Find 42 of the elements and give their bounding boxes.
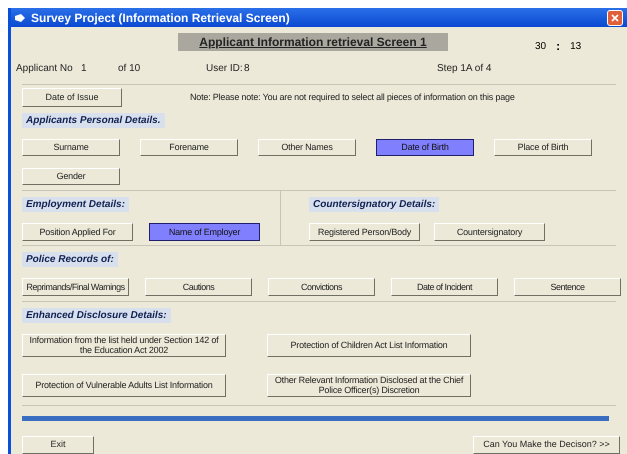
- field-value: of 10: [118, 62, 142, 76]
- option-button[interactable]: Information from the list held under Section 142 of the Education Act 2002: [22, 334, 226, 357]
- section-label: Applicants Personal Details.: [22, 112, 164, 128]
- option-button[interactable]: Cautions: [145, 278, 252, 296]
- time-text: 13: [570, 40, 582, 54]
- option-button[interactable]: Convictions: [268, 278, 375, 296]
- exit-button[interactable]: Exit: [22, 436, 94, 454]
- field-label: Applicant No: [16, 62, 74, 76]
- time-text: 30: [535, 40, 546, 54]
- option-button[interactable]: Registered Person/Body: [309, 222, 420, 241]
- window-title: Survey Project (Information Retrieval Screen): [31, 10, 290, 27]
- section-label: Countersignatory Details:: [309, 196, 440, 212]
- screen-heading: Applicant Information retrieval Screen 1: [178, 33, 448, 52]
- option-button[interactable]: Surname: [22, 138, 120, 156]
- field-value: 8: [244, 62, 251, 76]
- option-button[interactable]: Reprimands/Final Warnings: [22, 278, 129, 296]
- option-button[interactable]: Other Names: [258, 138, 356, 156]
- option-button[interactable]: Other Relevant Information Disclosed at the Chief Police Officer(s) Discretion: [267, 374, 471, 397]
- time-text: :: [556, 38, 560, 56]
- field-label: User ID:: [206, 62, 244, 76]
- section-label: Police Records of:: [22, 252, 118, 267]
- option-button[interactable]: Sentence: [514, 278, 621, 296]
- close-button[interactable]: [607, 10, 623, 26]
- option-button[interactable]: Protection of Vulnerable Adults List Information: [22, 374, 226, 397]
- next-button[interactable]: Can You Make the Decison? >>: [473, 436, 620, 454]
- option-button[interactable]: Position Applied For: [22, 222, 133, 241]
- close-icon: [611, 14, 619, 22]
- option-button[interactable]: Forename: [140, 138, 238, 156]
- option-button[interactable]: Date of Issue: [22, 88, 122, 107]
- section-label: Employment Details:: [22, 196, 129, 212]
- option-button[interactable]: Countersignatory: [434, 222, 545, 241]
- option-button[interactable]: Gender: [22, 168, 120, 185]
- option-button[interactable]: Date of Incident: [391, 278, 498, 296]
- option-button[interactable]: Place of Birth: [494, 138, 592, 156]
- section-label: Enhanced Disclosure Details:: [22, 308, 171, 323]
- option-button[interactable]: Date of Birth: [376, 138, 474, 156]
- option-button[interactable]: Protection of Children Act List Information: [267, 334, 471, 357]
- field-value: Step 1A of 4: [437, 62, 492, 76]
- app-icon: [15, 14, 25, 22]
- option-button[interactable]: Name of Employer: [149, 222, 260, 241]
- field-value: 1: [81, 62, 88, 76]
- note-text: Note: Please note: You are not required to select all pieces of information on this page: [190, 90, 515, 104]
